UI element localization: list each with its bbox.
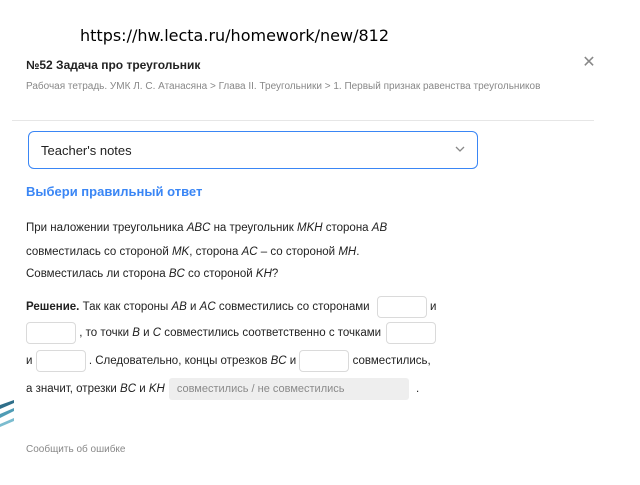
side-mk: MK [171,246,190,258]
triangle-mkh: MKH [297,222,323,234]
report-error-link[interactable]: Сообщить об ошибке [26,444,125,455]
text: . [412,383,420,396]
text: и [136,383,149,396]
side-kh: KH [255,268,272,280]
text: и [286,355,300,368]
answer-blank-2[interactable] [26,322,76,344]
answer-blank-4[interactable] [35,350,86,372]
side-ab: AB [371,222,388,234]
side-ac: AC [241,246,258,258]
point-b: B [132,327,140,340]
text: совместились со сторонами [215,301,373,314]
side-bc: BC [120,383,137,396]
text: Так как стороны [79,301,172,314]
side-bc: BC [270,355,287,368]
side-kh: KH [148,383,165,396]
text: ? [271,268,279,280]
text: При наложении треугольника [26,222,187,234]
background-decoration [0,400,14,480]
text: совместились, [349,355,431,368]
answer-select[interactable]: совместились / не совместились [168,378,409,400]
chevron-down-icon [455,142,465,156]
text: на треугольник [210,222,297,234]
text: и [26,355,36,368]
side-ac: AC [199,301,216,314]
question-line-3: Совместилась ли сторона BC со стороной K… [26,268,278,280]
solution-line-1: Решение. Так как стороны AB и AC совмест… [26,296,436,318]
solution-label: Решение. [26,301,80,314]
answer-blank-3[interactable] [386,322,437,344]
text: Совместилась ли сторона [26,268,169,280]
text: , то точки [76,327,133,340]
text: и [426,301,437,314]
text: и [186,301,200,314]
text: . [356,246,360,258]
teacher-notes-label: Teacher's notes [41,143,132,158]
point-c: C [152,327,162,340]
browser-url[interactable]: https://hw.lecta.ru/homework/new/812 [80,26,389,45]
text: и [139,327,153,340]
text: со стороной [184,268,256,280]
text: сторона [322,222,372,234]
divider [12,120,594,121]
triangle-abc: ABC [186,222,211,234]
side-ab: AB [171,301,187,314]
task-title: №52 Задача про треугольник [26,58,201,72]
side-bc: BC [168,268,185,280]
solution-line-3: и . Следовательно, концы отрезков BC и с… [26,350,431,372]
solution-line-4: а значит, отрезки BC и KH совместились / … [26,378,419,400]
text: , сторона [189,246,242,258]
teacher-notes-dropdown[interactable]: Teacher's notes [28,131,478,169]
solution-line-2: , то точки B и C совместились соответств… [26,322,437,344]
text: совместились соответственно с точками [161,327,385,340]
answer-blank-1[interactable] [376,296,427,318]
question-line-1: При наложении треугольника ABC на треуго… [26,222,387,234]
answer-blank-5[interactable] [299,350,350,372]
task-modal: №52 Задача про треугольник ✕ Рабочая тет… [0,46,600,480]
side-mh: MH [338,246,357,258]
breadcrumb: Рабочая тетрадь. УМК Л. С. Атанасяна > Г… [26,81,541,92]
text: – со стороной [257,246,339,258]
close-icon[interactable]: ✕ [580,54,598,72]
task-heading: Выбери правильный ответ [26,184,203,199]
text: . Следовательно, концы отрезков [85,355,271,368]
text: совместилась со стороной [26,246,172,258]
question-line-2: совместилась со стороной MK, сторона AC … [26,246,359,258]
text: а значит, отрезки [26,383,121,396]
